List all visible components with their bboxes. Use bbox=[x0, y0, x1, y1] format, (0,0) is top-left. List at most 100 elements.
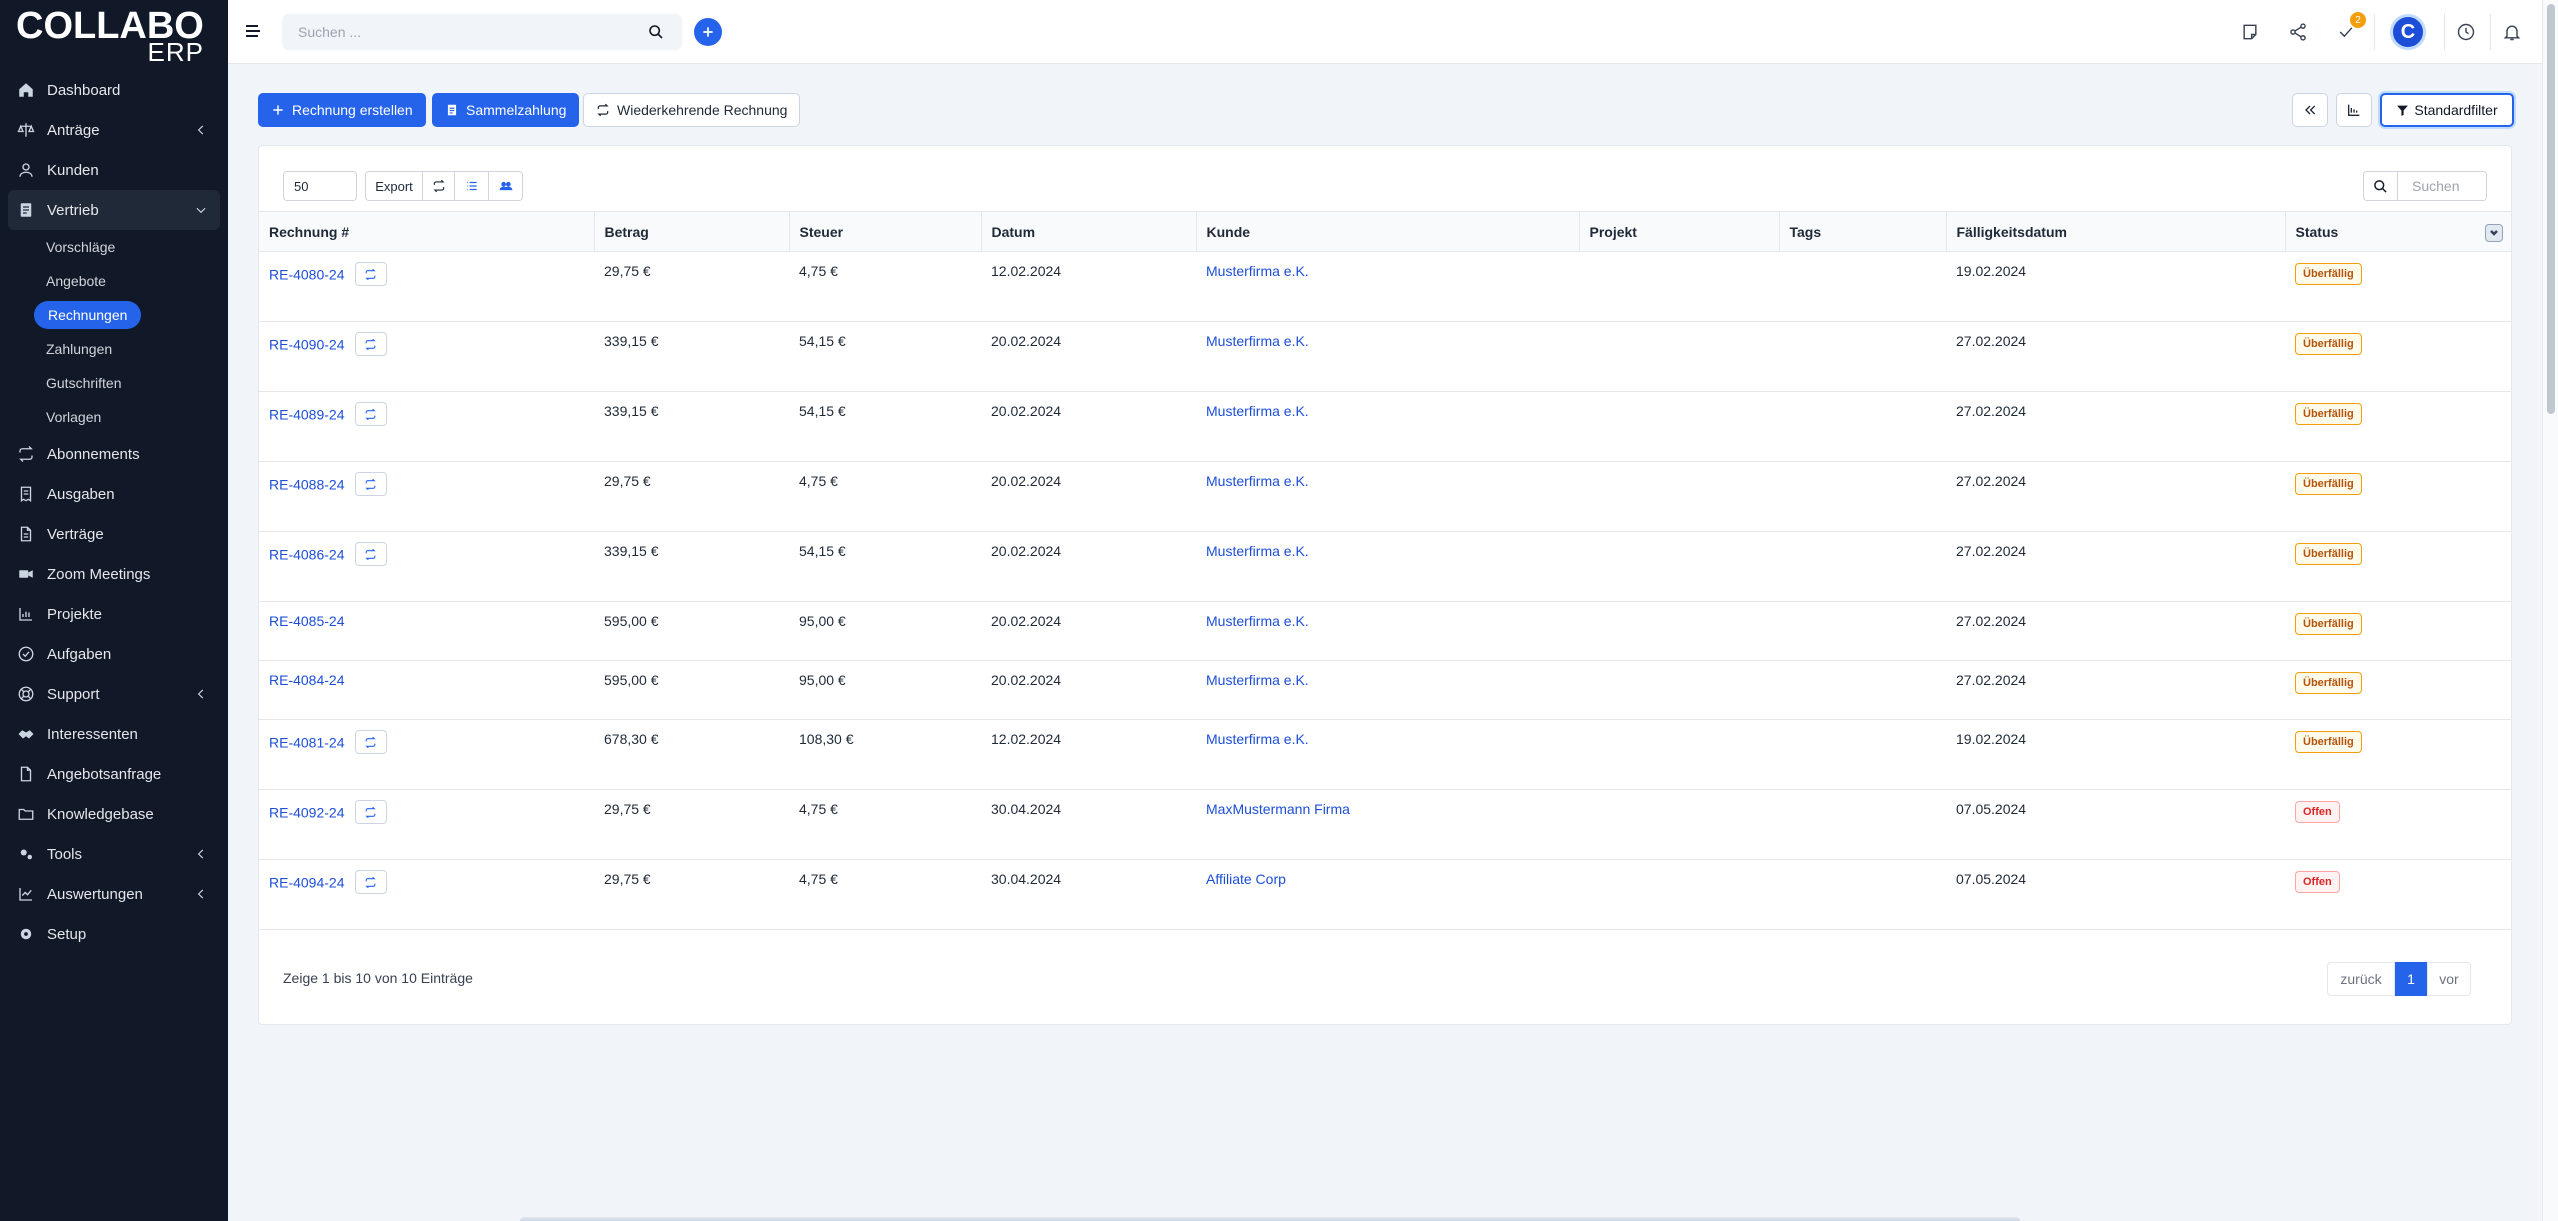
column-header[interactable]: Projekt bbox=[1579, 211, 1780, 252]
sidebar-item-angebotsanfrage[interactable]: Angebotsanfrage bbox=[0, 754, 228, 794]
share-icon[interactable] bbox=[2286, 20, 2310, 44]
refresh-icon[interactable] bbox=[423, 171, 455, 201]
table-row[interactable]: RE-4081-24 678,30 €108,30 €12.02.2024 Must… bbox=[259, 719, 2511, 790]
sidebar-item-antraege[interactable]: Anträge bbox=[0, 110, 228, 150]
notes-icon[interactable] bbox=[2238, 20, 2262, 44]
recurring-icon[interactable] bbox=[354, 870, 387, 894]
sidebar-subitem-rechnungen[interactable]: Rechnungen bbox=[0, 298, 228, 332]
sidebar-subitem-zahlungen[interactable]: Zahlungen bbox=[0, 332, 228, 366]
column-header-status[interactable]: Status bbox=[2285, 211, 2511, 252]
bell-icon[interactable] bbox=[2500, 20, 2524, 44]
table-row[interactable]: RE-4092-24 29,75 €4,75 €30.04.2024 MaxMust… bbox=[259, 789, 2511, 860]
recurring-icon[interactable] bbox=[354, 402, 387, 426]
prev-page-button[interactable]: zurück bbox=[2327, 962, 2395, 996]
column-header[interactable]: Tags bbox=[1779, 211, 1947, 252]
sidebar-item-vertraege[interactable]: Verträge bbox=[0, 514, 228, 554]
table-row[interactable]: RE-4085-24 595,00 €95,00 €20.02.2024 Muste… bbox=[259, 601, 2511, 661]
customer-link[interactable]: Affiliate Corp bbox=[1206, 871, 1286, 887]
sidebar-subitem-vorschlaege[interactable]: Vorschläge bbox=[0, 230, 228, 264]
chevron-down-icon[interactable] bbox=[2485, 224, 2503, 242]
invoice-number-link[interactable]: RE-4084-24 bbox=[269, 672, 345, 688]
customer-link[interactable]: Musterfirma e.K. bbox=[1206, 672, 1309, 688]
invoice-number-link[interactable]: RE-4081-24 bbox=[269, 735, 345, 751]
sidebar-subitem-vorlagen[interactable]: Vorlagen bbox=[0, 400, 228, 434]
sidebar-item-support[interactable]: Support bbox=[0, 674, 228, 714]
customer-link[interactable]: Musterfirma e.K. bbox=[1206, 543, 1309, 559]
invoice-number-link[interactable]: RE-4094-24 bbox=[269, 875, 345, 891]
global-search-input[interactable]: Suchen ... bbox=[282, 14, 682, 50]
page-length-select[interactable]: 50 bbox=[283, 171, 357, 201]
table-search-icon[interactable] bbox=[2363, 171, 2397, 201]
list-icon[interactable] bbox=[455, 171, 489, 201]
create-invoice-button[interactable]: Rechnung erstellen bbox=[258, 93, 426, 127]
recurring-icon[interactable] bbox=[354, 800, 387, 824]
collapse-icon[interactable] bbox=[2292, 93, 2328, 127]
sidebar-item-tools[interactable]: Tools bbox=[0, 834, 228, 874]
table-row[interactable]: RE-4094-24 29,75 €4,75 €30.04.2024 Affilia… bbox=[259, 859, 2511, 930]
recurring-icon[interactable] bbox=[354, 262, 387, 286]
scrollbar-thumb[interactable] bbox=[2547, 4, 2555, 414]
sidebar-item-abonnements[interactable]: Abonnements bbox=[0, 434, 228, 474]
clock-icon[interactable] bbox=[2454, 20, 2478, 44]
sidebar-item-dashboard[interactable]: Dashboard bbox=[0, 70, 228, 110]
sidebar-item-interessenten[interactable]: Interessenten bbox=[0, 714, 228, 754]
invoice-number-link[interactable]: RE-4089-24 bbox=[269, 407, 345, 423]
menu-toggle-icon[interactable] bbox=[244, 22, 262, 40]
column-header[interactable]: Betrag bbox=[594, 211, 790, 252]
column-header[interactable]: Kunde bbox=[1196, 211, 1580, 252]
invoice-number-link[interactable]: RE-4080-24 bbox=[269, 267, 345, 283]
summary-chart-icon[interactable] bbox=[2336, 93, 2372, 127]
logo[interactable]: COLLABO ERP bbox=[16, 7, 206, 65]
customer-link[interactable]: Musterfirma e.K. bbox=[1206, 333, 1309, 349]
invoice-number-link[interactable]: RE-4092-24 bbox=[269, 805, 345, 821]
column-header[interactable]: Fälligkeitsdatum bbox=[1946, 211, 2286, 252]
recurring-icon[interactable] bbox=[354, 730, 387, 754]
column-header[interactable]: Rechnung # bbox=[259, 211, 595, 252]
sidebar-item-projekte[interactable]: Projekte bbox=[0, 594, 228, 634]
sidebar-item-kunden[interactable]: Kunden bbox=[0, 150, 228, 190]
sidebar-item-knowledgebase[interactable]: Knowledgebase bbox=[0, 794, 228, 834]
invoice-number-link[interactable]: RE-4086-24 bbox=[269, 547, 345, 563]
recurring-icon[interactable] bbox=[354, 542, 387, 566]
tasks-icon[interactable]: 2 bbox=[2334, 12, 2366, 44]
quick-add-button[interactable] bbox=[694, 18, 722, 46]
customer-link[interactable]: Musterfirma e.K. bbox=[1206, 263, 1309, 279]
page-button[interactable]: 1 bbox=[2395, 962, 2427, 996]
table-row[interactable]: RE-4084-24 595,00 €95,00 €20.02.2024 Muste… bbox=[259, 660, 2511, 720]
search-icon[interactable] bbox=[648, 24, 664, 40]
sidebar-subitem-gutschriften[interactable]: Gutschriften bbox=[0, 366, 228, 400]
table-row[interactable]: RE-4086-24 339,15 €54,15 €20.02.2024 Muste… bbox=[259, 531, 2511, 602]
customer-link[interactable]: MaxMustermann Firma bbox=[1206, 801, 1350, 817]
table-row[interactable]: RE-4088-24 29,75 €4,75 €20.02.2024 Musterf… bbox=[259, 461, 2511, 532]
invoice-number-link[interactable]: RE-4090-24 bbox=[269, 337, 345, 353]
table-row[interactable]: RE-4080-24 29,75 €4,75 €12.02.2024 Musterf… bbox=[259, 251, 2511, 322]
column-header[interactable]: Datum bbox=[981, 211, 1197, 252]
table-row[interactable]: RE-4089-24 339,15 €54,15 €20.02.2024 Muste… bbox=[259, 391, 2511, 462]
recurring-icon[interactable] bbox=[354, 332, 387, 356]
users-icon[interactable] bbox=[489, 171, 523, 201]
customer-link[interactable]: Musterfirma e.K. bbox=[1206, 473, 1309, 489]
invoice-number-link[interactable]: RE-4088-24 bbox=[269, 477, 345, 493]
sidebar-item-aufgaben[interactable]: Aufgaben bbox=[0, 634, 228, 674]
sidebar-item-vertrieb[interactable]: Vertrieb bbox=[8, 190, 220, 230]
recurring-invoice-button[interactable]: Wiederkehrende Rechnung bbox=[583, 93, 801, 127]
sidebar-subitem-angebote[interactable]: Angebote bbox=[0, 264, 228, 298]
customer-link[interactable]: Musterfirma e.K. bbox=[1206, 731, 1309, 747]
table-search-input[interactable]: Suchen bbox=[2397, 171, 2487, 201]
recurring-icon[interactable] bbox=[354, 472, 387, 496]
next-page-button[interactable]: vor bbox=[2427, 962, 2471, 996]
batch-payment-button[interactable]: Sammelzahlung bbox=[432, 93, 580, 127]
invoice-number-link[interactable]: RE-4085-24 bbox=[269, 613, 345, 629]
customer-link[interactable]: Musterfirma e.K. bbox=[1206, 613, 1309, 629]
avatar[interactable]: C bbox=[2390, 14, 2426, 50]
scrollbar[interactable] bbox=[2542, 0, 2558, 1221]
column-header[interactable]: Steuer bbox=[789, 211, 982, 252]
sidebar-item-zoom-meetings[interactable]: Zoom Meetings bbox=[0, 554, 228, 594]
table-row[interactable]: RE-4090-24 339,15 €54,15 €20.02.2024 Muste… bbox=[259, 321, 2511, 392]
sidebar-item-auswertungen[interactable]: Auswertungen bbox=[0, 874, 228, 914]
sidebar-item-setup[interactable]: Setup bbox=[0, 914, 228, 954]
export-button[interactable]: Export bbox=[365, 171, 423, 201]
customer-link[interactable]: Musterfirma e.K. bbox=[1206, 403, 1309, 419]
sidebar-item-ausgaben[interactable]: Ausgaben bbox=[0, 474, 228, 514]
standard-filter-button[interactable]: Standardfilter bbox=[2380, 93, 2514, 127]
